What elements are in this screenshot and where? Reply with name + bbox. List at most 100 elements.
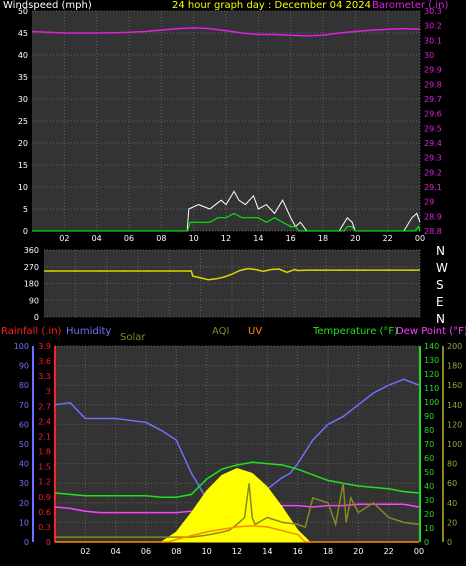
- temperature-tick-label: 30: [424, 496, 434, 505]
- humidity-legend: Humidity: [66, 326, 112, 337]
- solar-tick-label: 40: [447, 499, 457, 508]
- solar-tick-label: 80: [447, 460, 457, 469]
- windspeed-tick-label: 35: [18, 73, 28, 82]
- barometer-tick-label: 29.9: [424, 66, 442, 75]
- barometer-tick-label: 29.4: [424, 139, 442, 148]
- winddir-tick-label: 0: [34, 313, 39, 322]
- temperature-tick-label: 60: [424, 454, 434, 463]
- temperature-tick-label: 40: [424, 482, 434, 491]
- cond-x-tick-label: 04: [111, 547, 121, 556]
- rainfall-tick-label: 2.1: [38, 432, 51, 441]
- humidity-tick-label: 20: [19, 499, 29, 508]
- barometer-tick-label: 29: [424, 198, 434, 207]
- cond-x-tick-label: 16: [293, 547, 303, 556]
- temperature-legend: Temperature (°F): [313, 326, 399, 337]
- windspeed-tick-label: 30: [18, 95, 28, 104]
- barometer-tick-label: 29.1: [424, 183, 442, 192]
- temperature-tick-label: 20: [424, 510, 434, 519]
- barometer-tick-label: 30: [424, 51, 434, 60]
- humidity-tick-label: 10: [19, 518, 29, 527]
- wind-x-tick-label: 04: [92, 234, 102, 243]
- uv-legend: UV: [248, 326, 263, 337]
- solar-tick-label: 140: [447, 401, 462, 410]
- rainfall-tick-label: 1.5: [38, 463, 51, 472]
- wind-x-tick-label: 20: [350, 234, 360, 243]
- compass-label: S: [436, 278, 444, 292]
- humidity-tick-label: 70: [19, 401, 29, 410]
- cond-x-tick-label: 06: [141, 547, 151, 556]
- barometer-tick-label: 28.8: [424, 227, 442, 236]
- compass-label: W: [436, 261, 448, 275]
- windspeed-tick-label: 45: [18, 29, 28, 38]
- windspeed-tick-label: 20: [18, 139, 28, 148]
- windspeed-tick-label: 15: [18, 161, 28, 170]
- barometer-tick-label: 30.2: [424, 22, 442, 31]
- rainfall-tick-label: 0.3: [38, 523, 51, 532]
- chart-title: 24 hour graph day : December 04 2024: [172, 0, 371, 11]
- cond-x-tick-label: 08: [171, 547, 181, 556]
- humidity-tick-label: 0: [24, 538, 29, 547]
- wind-x-tick-label: 08: [156, 234, 166, 243]
- wind-x-tick-label: 16: [286, 234, 296, 243]
- cond-x-tick-label: 00: [414, 547, 424, 556]
- rainfall-tick-label: 0.9: [38, 493, 51, 502]
- humidity-tick-label: 90: [19, 362, 29, 371]
- temperature-tick-label: 110: [424, 384, 439, 393]
- barometer-tick-label: 30.1: [424, 36, 442, 45]
- humidity-tick-label: 100: [14, 342, 29, 351]
- solar-legend: Solar: [120, 332, 146, 343]
- windspeed-tick-label: 40: [18, 51, 28, 60]
- humidity-tick-label: 60: [19, 420, 29, 429]
- barometer-tick-label: 29.5: [424, 124, 442, 133]
- cond-x-tick-label: 10: [202, 547, 212, 556]
- barometer-tick-label: 29.2: [424, 168, 442, 177]
- compass-label: N: [436, 312, 445, 326]
- rainfall-tick-label: 0.6: [38, 508, 51, 517]
- solar-tick-label: 60: [447, 479, 457, 488]
- temperature-tick-label: 70: [424, 440, 434, 449]
- temperature-tick-label: 120: [424, 370, 439, 379]
- winddir-tick-label: 90: [29, 296, 39, 305]
- temperature-tick-label: 100: [424, 398, 439, 407]
- rainfall-tick-label: 2.7: [38, 402, 51, 411]
- rainfall-legend: Rainfall (.in): [1, 326, 62, 337]
- barometer-tick-label: 29.3: [424, 154, 442, 163]
- humidity-tick-label: 80: [19, 381, 29, 390]
- weather-graph: 0510152025303540455028.828.92929.129.229…: [14, 7, 463, 556]
- rainfall-tick-label: 3.9: [38, 342, 51, 351]
- winddir-tick-label: 180: [24, 280, 39, 289]
- temperature-tick-label: 80: [424, 426, 434, 435]
- windspeed-tick-label: 5: [23, 205, 28, 214]
- wind-x-tick-label: 00: [415, 234, 425, 243]
- solar-tick-label: 180: [447, 362, 462, 371]
- rainfall-tick-label: 0: [46, 538, 51, 547]
- humidity-tick-label: 50: [19, 440, 29, 449]
- cond-x-tick-label: 14: [262, 547, 272, 556]
- rainfall-tick-label: 2.4: [38, 417, 51, 426]
- humidity-tick-label: 40: [19, 460, 29, 469]
- winddir-tick-label: 270: [24, 263, 39, 272]
- rainfall-tick-label: 1.2: [38, 478, 51, 487]
- temperature-tick-label: 50: [424, 468, 434, 477]
- wind-x-tick-label: 14: [253, 234, 263, 243]
- solar-tick-label: 200: [447, 342, 462, 351]
- barometer-tick-label: 29.7: [424, 95, 442, 104]
- dewpoint-legend: Dew Point (°F): [396, 326, 466, 337]
- wind-x-tick-label: 10: [189, 234, 199, 243]
- solar-tick-label: 120: [447, 420, 462, 429]
- compass-label: E: [436, 295, 444, 309]
- solar-tick-label: 20: [447, 518, 457, 527]
- winddir-tick-label: 360: [24, 246, 39, 255]
- solar-tick-label: 160: [447, 381, 462, 390]
- cond-x-tick-label: 12: [232, 547, 242, 556]
- cond-x-tick-label: 18: [323, 547, 333, 556]
- aqi-legend: AQI: [212, 326, 230, 337]
- cond-x-tick-label: 22: [384, 547, 394, 556]
- humidity-tick-label: 30: [19, 479, 29, 488]
- temperature-tick-label: 0: [424, 538, 429, 547]
- cond-x-tick-label: 20: [353, 547, 363, 556]
- solar-tick-label: 0: [447, 538, 452, 547]
- temperature-tick-label: 130: [424, 356, 439, 365]
- rainfall-tick-label: 3: [46, 387, 51, 396]
- solar-tick-label: 100: [447, 440, 462, 449]
